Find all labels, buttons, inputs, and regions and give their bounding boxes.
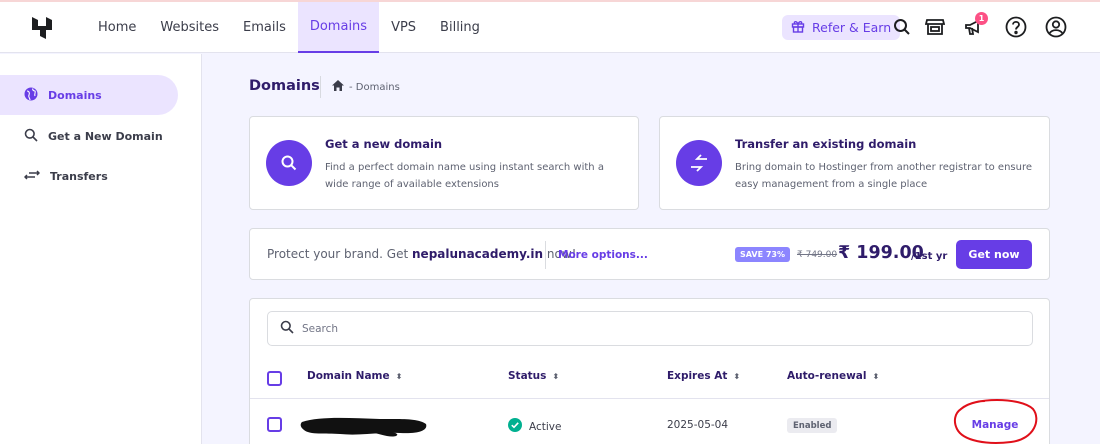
column-domain-name[interactable]: Domain Name ⬍: [307, 370, 402, 382]
store-icon[interactable]: [923, 15, 947, 39]
top-header: Home Websites Emails Domains VPS Billing…: [0, 2, 1100, 53]
main-nav: Home Websites Emails Domains VPS Billing: [86, 2, 492, 53]
nav-emails[interactable]: Emails: [231, 2, 298, 53]
sidebar-item-transfers[interactable]: Transfers: [10, 156, 178, 196]
hostinger-logo[interactable]: [31, 16, 53, 40]
sidebar: Domains Get a New Domain Transfers: [0, 54, 202, 444]
old-price: ₹ 749.00: [797, 250, 838, 260]
globe-icon: [24, 87, 38, 104]
column-expires-at[interactable]: Expires At ⬍: [667, 370, 740, 382]
nav-billing[interactable]: Billing: [428, 2, 492, 53]
sidebar-item-get-new-domain[interactable]: Get a New Domain: [10, 116, 178, 156]
status-cell: Active: [508, 418, 561, 435]
nav-websites[interactable]: Websites: [148, 2, 231, 53]
search-icon: [266, 140, 312, 186]
auto-renewal-badge: Enabled: [787, 418, 838, 433]
promo-domain: nepalunacademy.in: [412, 247, 544, 261]
sort-icon: ⬍: [872, 371, 880, 381]
manage-button[interactable]: Manage: [965, 413, 1025, 437]
promo-text: Protect your brand. Get nepalunacademy.i…: [267, 247, 577, 261]
breadcrumb-current: - Domains: [349, 81, 400, 93]
nav-vps[interactable]: VPS: [379, 2, 428, 53]
search-icon: [280, 319, 294, 338]
redacted-domain-name: [300, 412, 430, 442]
card-description: Find a perfect domain name using instant…: [325, 162, 604, 190]
gift-icon: [791, 19, 805, 36]
status-text: Active: [529, 420, 562, 433]
column-status[interactable]: Status ⬍: [508, 370, 559, 382]
row-checkbox[interactable]: [267, 417, 282, 432]
domains-table-card: Domain Name⬍ Status⬍ Expires At⬍ Auto-re…: [249, 298, 1050, 444]
card-title: Transfer an existing domain: [735, 137, 917, 151]
price-period: /1st yr: [911, 251, 948, 262]
domain-promo-banner: Protect your brand. Get nepalunacademy.i…: [249, 228, 1050, 280]
title-divider: [320, 76, 321, 98]
get-new-domain-card[interactable]: Get a new domain Find a perfect domain n…: [249, 116, 639, 210]
search-input[interactable]: [302, 322, 1002, 335]
promo-divider: [545, 241, 546, 269]
account-icon[interactable]: [1044, 15, 1068, 39]
sort-icon: ⬍: [552, 371, 560, 381]
search-icon: [24, 128, 38, 145]
page-title: Domains: [249, 78, 320, 94]
table-row: Active 2025-05-04 Enabled Manage: [250, 399, 1049, 444]
transfer-domain-card[interactable]: Transfer an existing domain Bring domain…: [659, 116, 1050, 210]
card-title: Get a new domain: [325, 137, 443, 151]
notification-badge: 1: [975, 12, 988, 25]
table-header-row: Domain Name ⬍ Status ⬍ Expires At ⬍ Auto-re…: [250, 357, 1049, 399]
sidebar-item-label: Get a New Domain: [48, 129, 163, 143]
home-icon[interactable]: [332, 80, 344, 94]
select-all-checkbox[interactable]: [267, 371, 282, 386]
refer-earn-button[interactable]: Refer & Earn: [782, 15, 901, 40]
help-icon[interactable]: [1004, 15, 1028, 39]
get-now-button[interactable]: Get now: [956, 240, 1032, 269]
sidebar-item-label: Domains: [48, 88, 102, 102]
sort-icon: ⬍: [733, 371, 741, 381]
save-badge: SAVE 73%: [735, 247, 790, 262]
more-options-link[interactable]: More options...: [558, 249, 648, 261]
search-box[interactable]: [267, 311, 1033, 346]
sidebar-item-label: Transfers: [50, 169, 108, 183]
refer-earn-label: Refer & Earn: [812, 20, 892, 35]
nav-domains[interactable]: Domains: [297, 2, 380, 53]
expires-date: 2025-05-04: [667, 419, 729, 431]
sort-icon: ⬍: [395, 371, 403, 381]
sidebar-item-domains[interactable]: Domains: [0, 75, 178, 115]
card-description: Bring domain to Hostinger from another r…: [735, 162, 1033, 190]
megaphone-icon[interactable]: 1: [962, 12, 988, 39]
nav-home[interactable]: Home: [86, 2, 148, 53]
transfer-arrows-icon: [676, 140, 722, 186]
check-circle-icon: [508, 418, 522, 435]
column-auto-renewal[interactable]: Auto-renewal ⬍: [787, 370, 879, 382]
search-icon[interactable]: [890, 15, 914, 39]
transfer-icon: [23, 169, 41, 184]
breadcrumb: - Domains: [332, 80, 400, 94]
